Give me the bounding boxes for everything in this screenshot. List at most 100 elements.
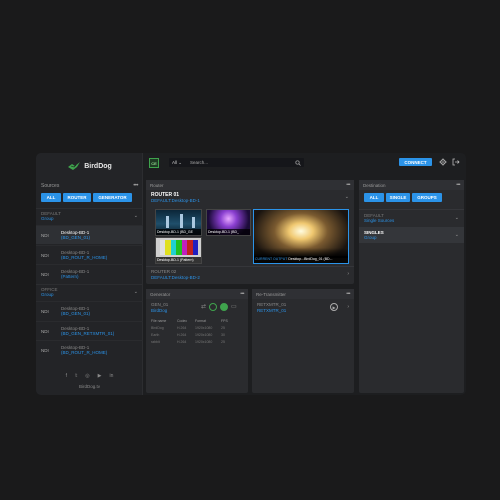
monitor-icon[interactable]: ▭	[231, 303, 237, 311]
top-toolbar: CE All ⌄ Search... CONNECT	[143, 153, 466, 173]
destination-item-singles[interactable]: SINGLES Group ⌄	[359, 227, 464, 243]
table-row[interactable]: rabbit H.264 1920x1080 25	[151, 338, 243, 345]
play-icon[interactable]	[220, 303, 229, 311]
chevron-down-icon[interactable]: ⌄	[134, 213, 138, 219]
play-icon[interactable]: ▶	[330, 303, 338, 311]
group-office-header[interactable]: OFFICE Group ⌄	[36, 284, 143, 298]
destination-item-default[interactable]: DEFAULT Single Sources ⌄	[359, 209, 464, 225]
connect-button[interactable]: CONNECT	[399, 158, 432, 166]
ndi-label: NDI	[41, 232, 49, 238]
source-stream: (Pattern)	[61, 274, 79, 279]
stage-light	[166, 216, 169, 228]
destination-menu-icon[interactable]: •••	[456, 182, 460, 188]
destination-type: Group	[364, 235, 377, 240]
search-input[interactable]: Search...	[187, 160, 295, 165]
color-bars	[160, 240, 198, 255]
table-header-row: File name Codec Format FPS	[151, 317, 243, 324]
retransmitter-name: RETXMTR_01	[257, 302, 287, 307]
source-item[interactable]: NDI Desktop-BD-1 (BD_GEN_01)	[36, 301, 143, 320]
router-source: DEFAULT:Desktop-BD-1	[151, 198, 200, 203]
pattern-thumb[interactable]: Desktop-BD-1 (Pattern)	[155, 237, 202, 264]
router-02-name: ROUTER 02	[151, 269, 177, 274]
preview-thumb[interactable]: Desktop-BD-1 (BD_GE	[155, 209, 202, 236]
ndi-label: NDI	[41, 347, 49, 353]
facebook-icon[interactable]: f	[66, 373, 67, 379]
chevron-right-icon[interactable]: ›	[347, 304, 349, 310]
table-header: Format	[195, 318, 207, 323]
retransmitter-menu-icon[interactable]: •••	[346, 291, 350, 297]
table-cell: Earth	[151, 332, 160, 337]
tab-all[interactable]: ALL	[364, 193, 384, 202]
group-name: OFFICE	[41, 286, 58, 292]
group-default-header[interactable]: DEFAULT Group ⌄	[36, 208, 143, 222]
social-links: f 𝕥 ◎ ▶ in	[36, 373, 143, 379]
source-stream: (BD_GEN_01)	[61, 235, 91, 240]
tab-single[interactable]: SINGLE	[386, 193, 410, 202]
stage-light	[192, 217, 195, 228]
source-item[interactable]: NDI Desktop-BD-1 (Pattern)	[36, 264, 143, 283]
instagram-icon[interactable]: ◎	[85, 373, 89, 379]
loop-icon[interactable]: ⇄	[201, 303, 206, 311]
ndi-label: NDI	[41, 252, 49, 258]
destination-panel-title: Destination	[363, 182, 386, 188]
table-row[interactable]: BirdDog H.264 1920x1080 25	[151, 324, 243, 331]
source-stream: (BD_GEN_RETXMTR_01)	[61, 331, 115, 336]
generator-menu-icon[interactable]: •••	[240, 291, 244, 297]
youtube-icon[interactable]: ▶	[98, 373, 102, 379]
sources-sidebar: BirdDog Sources ••• ALL ROUTER GENERATOR…	[36, 153, 143, 395]
source-item[interactable]: NDI Desktop-BD-1 (BD_ROUT_R_HOME)	[36, 340, 143, 359]
current-output-tag: CURRENT OUTPUT	[255, 257, 288, 261]
search-icon[interactable]	[295, 159, 301, 166]
sources-menu-icon[interactable]: •••	[133, 183, 138, 189]
source-item[interactable]: NDI Desktop-BD-1 (BD_GEN_RETXMTR_01)	[36, 321, 143, 340]
sources-title: Sources	[41, 182, 60, 189]
generator-name: GEN_01	[151, 302, 169, 307]
brand-logo: BirdDog	[36, 157, 143, 175]
search-bar[interactable]: All ⌄ Search...	[169, 158, 304, 167]
thumb-label: Desktop-BD-1 (Pattern)	[156, 257, 201, 263]
filter-select[interactable]: All ⌄	[169, 160, 187, 166]
table-row[interactable]: Earth H.264 1920x1080 30	[151, 331, 243, 338]
website-link[interactable]: BirdDog.tv	[36, 384, 143, 389]
destination-panel: Destination ••• ALL SINGLE GROUPS DEFAUL…	[359, 180, 464, 393]
table-cell: 1920x1080	[195, 325, 213, 330]
ndi-label: NDI	[41, 308, 49, 314]
generator-panel: Generator ••• GEN_01 BirdDog ⇄ ▭ File na…	[146, 289, 248, 393]
ce-badge: CE	[149, 158, 159, 168]
linkedin-icon[interactable]: in	[110, 373, 114, 379]
retransmitter-panel: Re-Transmitter ••• RETXMTR_01 RETXMTR_01…	[252, 289, 354, 393]
stage-light	[180, 214, 183, 228]
tab-generator[interactable]: GENERATOR	[93, 193, 132, 202]
twitter-icon[interactable]: 𝕥	[75, 373, 77, 379]
table-cell: 25	[221, 325, 225, 330]
table-cell: 30	[221, 332, 225, 337]
gear-icon[interactable]	[439, 158, 447, 166]
source-item[interactable]: NDI Desktop-BD-1 (BD_GEN_01)	[36, 225, 143, 244]
retransmitter-sub: RETXMTR_01	[257, 308, 287, 313]
tab-groups[interactable]: GROUPS	[412, 193, 442, 202]
chevron-down-icon[interactable]: ⌄	[134, 289, 138, 295]
generator-panel-title: Generator	[150, 291, 171, 297]
router-02-row[interactable]: ROUTER 02 DEFAULT:Desktop-BD-2 ›	[146, 266, 354, 284]
preview-thumb[interactable]: Desktop-BD-1 (BD_	[206, 209, 251, 236]
table-cell: 1920x1080	[195, 339, 213, 344]
record-icon[interactable]	[209, 303, 218, 311]
logout-icon[interactable]	[452, 158, 460, 166]
filter-value: All	[172, 159, 178, 165]
tab-router[interactable]: ROUTER	[63, 193, 91, 202]
router-menu-icon[interactable]: •••	[346, 182, 350, 188]
chevron-down-icon[interactable]: ⌄	[455, 232, 459, 238]
ndi-label: NDI	[41, 271, 49, 277]
chevron-down-icon[interactable]: ⌄	[455, 215, 459, 221]
source-stream: (BD_GEN_01)	[61, 311, 91, 316]
retransmitter-panel-header: Re-Transmitter •••	[252, 289, 354, 299]
table-cell: 1920x1080	[195, 332, 213, 337]
chevron-right-icon[interactable]: ›	[347, 271, 349, 277]
table-cell: H.264	[177, 325, 187, 330]
router-panel-title: Router	[150, 182, 164, 188]
current-output-preview[interactable]: CURRENT OUTPUT Desktop...BirdDog_01 (BD.…	[253, 209, 349, 264]
source-item[interactable]: NDI Desktop-BD-1 (BD_ROUT_R_HOME)	[36, 245, 143, 264]
tab-all[interactable]: ALL	[41, 193, 61, 202]
group-type: Group	[41, 291, 54, 297]
chevron-down-icon[interactable]: ⌄	[345, 194, 349, 200]
